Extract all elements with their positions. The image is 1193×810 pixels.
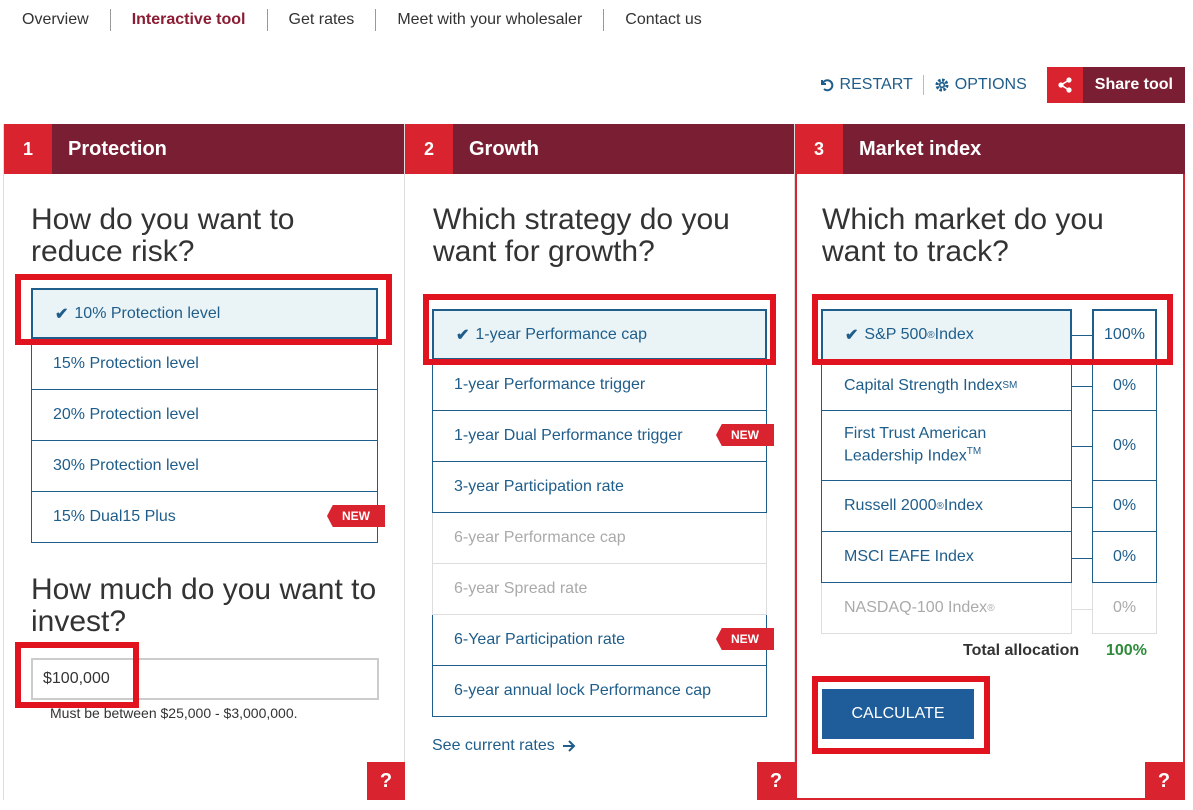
index-name: ✔ S&P 500 ® Index <box>821 309 1072 361</box>
option-label: 1-year Performance cap <box>475 325 648 343</box>
help-button[interactable]: ? <box>367 762 405 800</box>
total-allocation-value: 100% <box>1106 642 1147 659</box>
protection-options: ✔ 10% Protection level 15% Protection lev… <box>31 288 385 543</box>
nav-interactive-tool[interactable]: Interactive tool <box>111 9 268 31</box>
index-name: Russell 2000 ® Index <box>821 481 1072 532</box>
arrow-right-icon <box>562 740 576 752</box>
growth-option-1yr-dual-trigger[interactable]: 1-year Dual Performance trigger NEW <box>432 411 774 462</box>
market-question: Which market do you want to track? <box>822 203 1104 268</box>
checkmark-icon: ✔ <box>55 305 69 323</box>
index-allocation-input[interactable]: 0% <box>1092 481 1157 532</box>
step-number: 2 <box>405 124 453 174</box>
invest-hint: Must be between $25,000 - $3,000,000. <box>50 705 298 721</box>
protection-option-30[interactable]: 30% Protection level <box>31 441 378 492</box>
growth-question: Which strategy do you want for growth? <box>433 203 730 268</box>
protection-question: How do you want to reduce risk? <box>31 203 295 268</box>
protection-option-15[interactable]: 15% Protection level <box>31 339 378 390</box>
help-button[interactable]: ? <box>1145 762 1183 800</box>
total-allocation-label: Total allocation <box>963 642 1080 659</box>
step-header: 2 Growth <box>405 124 794 174</box>
index-allocation-input[interactable]: 0% <box>1092 411 1157 481</box>
growth-option-1yr-trigger[interactable]: 1-year Performance trigger <box>432 360 767 411</box>
toolbar: RESTART OPTIONS Share tool <box>809 67 1185 103</box>
option-label: 1-year Performance trigger <box>454 376 646 393</box>
see-rates-label: See current rates <box>432 737 555 754</box>
growth-option-3yr-participation[interactable]: 3-year Participation rate <box>432 462 767 513</box>
checkmark-icon: ✔ <box>456 326 470 344</box>
step-number: 3 <box>795 124 843 174</box>
index-allocation-input[interactable]: 0% <box>1092 532 1157 583</box>
option-label: 20% Protection level <box>53 406 199 423</box>
share-tool-button[interactable]: Share tool <box>1046 67 1185 103</box>
restart-label: RESTART <box>839 76 913 93</box>
see-current-rates-link[interactable]: See current rates <box>432 737 576 755</box>
index-row-msci-eafe[interactable]: MSCI EAFE Index 0% <box>821 532 1157 583</box>
step-header: 1 Protection <box>4 124 404 174</box>
index-row-first-trust[interactable]: First Trust American Leadership IndexTM … <box>821 411 1157 481</box>
nav-overview[interactable]: Overview <box>0 9 111 31</box>
share-tool-label: Share tool <box>1082 67 1185 103</box>
nav-get-rates[interactable]: Get rates <box>268 9 377 31</box>
index-name: First Trust American Leadership IndexTM <box>821 411 1072 481</box>
invest-amount-input[interactable]: $100,000 <box>31 658 379 700</box>
index-allocation-input: 0% <box>1092 583 1157 634</box>
option-label: 6-year annual lock Performance cap <box>454 682 712 699</box>
index-row-capital-strength[interactable]: Capital Strength Index SM 0% <box>821 361 1157 411</box>
option-label: 6-year Spread rate <box>454 580 588 597</box>
growth-option-6yr-participation[interactable]: 6-Year Participation rate NEW <box>432 615 774 666</box>
step-header: 3 Market index <box>795 124 1185 174</box>
protection-option-20[interactable]: 20% Protection level <box>31 390 378 441</box>
checkmark-icon: ✔ <box>845 327 859 344</box>
invest-question: How much do you want to invest? <box>31 573 377 638</box>
restart-button[interactable]: RESTART <box>809 75 924 95</box>
step-title: Growth <box>469 137 539 160</box>
calculate-button[interactable]: CALCULATE <box>822 689 974 739</box>
options-button[interactable]: OPTIONS <box>924 75 1037 95</box>
index-row-sp500[interactable]: ✔ S&P 500 ® Index 100% <box>821 309 1157 361</box>
growth-option-6yr-spread: 6-year Spread rate <box>432 564 767 615</box>
growth-option-6yr-annual-lock[interactable]: 6-year annual lock Performance cap <box>432 666 767 717</box>
step-title: Market index <box>859 137 982 160</box>
help-button[interactable]: ? <box>757 762 795 800</box>
new-badge: NEW <box>327 505 385 527</box>
share-icon <box>1046 67 1083 103</box>
protection-option-dual15[interactable]: 15% Dual15 Plus NEW <box>31 492 385 543</box>
index-allocation-input[interactable]: 0% <box>1092 361 1157 411</box>
growth-option-6yr-cap: 6-year Performance cap <box>432 513 767 564</box>
index-row-russell-2000[interactable]: Russell 2000 ® Index 0% <box>821 481 1157 532</box>
protection-option-10[interactable]: ✔ 10% Protection level <box>31 288 378 339</box>
restart-icon <box>820 79 833 92</box>
option-label: 1-year Dual Performance trigger <box>454 427 683 444</box>
index-name: NASDAQ-100 Index ® <box>821 583 1072 634</box>
nav-contact-us[interactable]: Contact us <box>604 9 722 31</box>
index-name: Capital Strength Index SM <box>821 361 1072 411</box>
top-nav: Overview Interactive tool Get rates Meet… <box>0 0 723 40</box>
growth-options: ✔ 1-year Performance cap 1-year Performan… <box>432 309 774 717</box>
option-label: 6-year Performance cap <box>454 529 626 546</box>
gear-icon <box>935 78 949 92</box>
option-label: 10% Protection level <box>74 304 221 322</box>
nav-meet-wholesaler[interactable]: Meet with your wholesaler <box>376 9 605 31</box>
options-label: OPTIONS <box>954 76 1027 93</box>
index-row-nasdaq-100: NASDAQ-100 Index ® 0% <box>821 583 1157 634</box>
index-allocation-input[interactable]: 100% <box>1092 309 1157 361</box>
new-badge: NEW <box>716 628 774 650</box>
index-name: MSCI EAFE Index <box>821 532 1072 583</box>
new-badge: NEW <box>716 424 774 446</box>
option-label: 30% Protection level <box>53 457 199 474</box>
growth-option-1yr-cap[interactable]: ✔ 1-year Performance cap <box>432 309 767 360</box>
step-title: Protection <box>68 137 167 160</box>
option-label: 3-year Participation rate <box>454 478 624 495</box>
step-number: 1 <box>4 124 52 174</box>
option-label: 15% Protection level <box>53 355 199 372</box>
option-label: 15% Dual15 Plus <box>53 508 176 525</box>
option-label: 6-Year Participation rate <box>454 631 626 648</box>
